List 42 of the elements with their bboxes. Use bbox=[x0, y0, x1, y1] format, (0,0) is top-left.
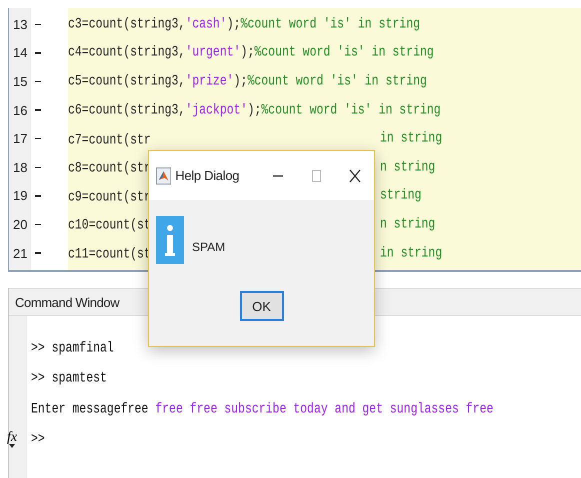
console-command: >> spamfinal bbox=[31, 340, 114, 356]
line-number: 21 bbox=[12, 246, 28, 261]
dialog-title: Help Dialog bbox=[175, 168, 240, 183]
info-icon bbox=[156, 216, 184, 264]
line-number: 16 bbox=[12, 102, 28, 118]
code-text: c10=count(st bbox=[68, 218, 151, 234]
breakpoint-dash-icon bbox=[35, 166, 41, 168]
console-command: >> spamtest bbox=[31, 370, 107, 387]
matlab-logo-icon bbox=[156, 166, 172, 184]
breakpoint-dash-icon bbox=[35, 252, 41, 254]
code-text: c8=count(str bbox=[68, 160, 151, 177]
breakpoint-dash-icon bbox=[35, 52, 41, 54]
code-comment: in string bbox=[380, 130, 442, 147]
code-line: c5=count(string3,'prize');%count word 'is' in string bbox=[68, 73, 427, 90]
ok-button[interactable]: OK bbox=[240, 291, 284, 321]
console-prompt[interactable]: >> bbox=[31, 432, 45, 448]
code-comment: in string bbox=[380, 244, 442, 262]
console-output: Enter messagefree free free subscribe today and get sunglasses free bbox=[31, 401, 494, 418]
code-comment: n string bbox=[380, 216, 436, 233]
breakpoint-dash-icon bbox=[35, 195, 41, 197]
code-comment: n string bbox=[380, 159, 436, 176]
line-number: 20 bbox=[12, 216, 28, 232]
code-line: c3=count(string3,'cash');%count word 'is' in string bbox=[68, 16, 420, 32]
code-comment: string bbox=[380, 188, 422, 204]
line-number: 17 bbox=[12, 131, 28, 146]
line-number: 13 bbox=[12, 16, 28, 32]
line-number: 19 bbox=[12, 188, 28, 204]
breakpoint-dash-icon bbox=[35, 138, 41, 140]
code-line: c6=count(string3,'jackpot');%count word 'is' in string bbox=[68, 102, 441, 118]
code-line: c4=count(string3,'urgent');%count word 'is' in string bbox=[68, 44, 434, 62]
code-text: c9=count(str bbox=[68, 189, 151, 206]
line-number: 18 bbox=[12, 160, 28, 175]
breakpoint-dash-icon bbox=[35, 109, 41, 111]
line-number: 14 bbox=[12, 45, 28, 60]
line-number: 15 bbox=[12, 74, 28, 89]
breakpoint-dash-icon bbox=[35, 224, 41, 226]
dialog-message: SPAM bbox=[192, 240, 226, 254]
panel-title: Command Window bbox=[15, 294, 120, 310]
code-text: c7=count(str bbox=[68, 132, 151, 148]
code-text: c11=count(st bbox=[68, 246, 151, 263]
breakpoint-dash-icon bbox=[35, 24, 41, 26]
breakpoint-dash-icon bbox=[35, 80, 41, 82]
